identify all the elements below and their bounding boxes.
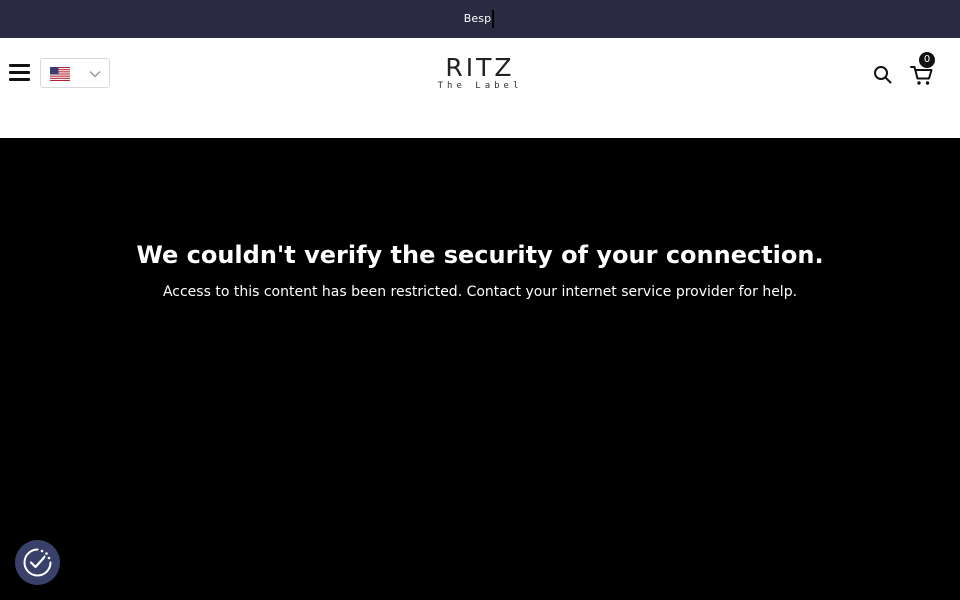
error-message: Access to this content has been restrict… bbox=[162, 284, 798, 300]
us-flag-icon bbox=[50, 67, 70, 81]
cookie-consent-icon bbox=[23, 548, 52, 577]
main-content bbox=[0, 138, 960, 600]
site-header: RITZ The Label 0 bbox=[0, 38, 960, 138]
error-title: We couldn't verify the security of your … bbox=[136, 241, 824, 269]
brand-logo[interactable]: RITZ The Label bbox=[430, 54, 530, 94]
search-icon[interactable] bbox=[873, 65, 892, 84]
cart-count-badge: 0 bbox=[919, 52, 935, 68]
chevron-down-icon bbox=[89, 71, 101, 78]
cookie-consent-button[interactable] bbox=[15, 540, 60, 585]
announcement-text: Besp bbox=[464, 10, 495, 28]
country-selector[interactable] bbox=[40, 58, 110, 88]
announcement-bar: Besp bbox=[0, 0, 960, 38]
typing-cursor bbox=[492, 10, 495, 28]
hamburger-menu-icon[interactable] bbox=[9, 64, 31, 84]
logo-main-text: RITZ bbox=[445, 53, 515, 82]
cart-icon[interactable] bbox=[910, 64, 934, 86]
logo-sub-text: The Label bbox=[437, 81, 523, 91]
